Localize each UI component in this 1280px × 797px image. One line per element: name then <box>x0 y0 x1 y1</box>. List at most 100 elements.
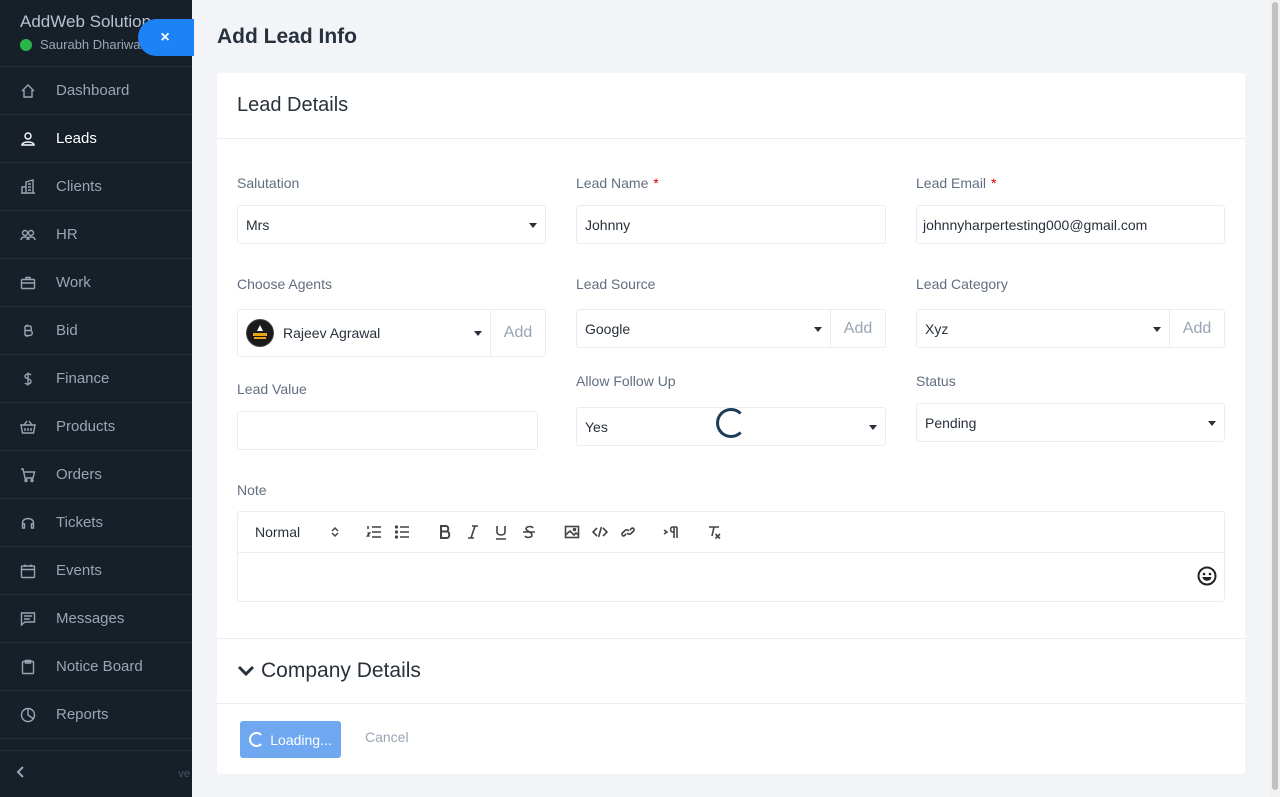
underline-icon[interactable] <box>491 522 511 542</box>
sidebar-item-label: Tickets <box>56 514 103 531</box>
sidebar-item-label: Notice Board <box>56 658 143 675</box>
bold-icon[interactable] <box>435 522 455 542</box>
pie-chart-icon <box>19 706 37 724</box>
save-button-loading[interactable]: Loading... <box>240 721 341 758</box>
sidebar-item-label: Clients <box>56 178 102 195</box>
sidebar-item-messages[interactable]: Messages <box>0 595 192 643</box>
format-select[interactable]: Normal <box>255 524 339 540</box>
building-icon <box>19 178 37 196</box>
required-marker: * <box>991 175 997 191</box>
salutation-label: Salutation <box>237 175 300 191</box>
emoji-icon[interactable] <box>1197 566 1217 586</box>
loading-spinner <box>716 408 746 438</box>
sidebar-item-finance[interactable]: Finance <box>0 355 192 403</box>
lead-name-input[interactable]: Johnny <box>576 205 886 244</box>
scrollbar[interactable] <box>1270 0 1280 797</box>
button-spinner <box>249 732 265 747</box>
bullet-list-icon[interactable] <box>392 522 412 542</box>
page-title: Add Lead Info <box>217 25 357 48</box>
sidebar-item-orders[interactable]: Orders <box>0 451 192 499</box>
sidebar-item-label: Work <box>56 274 91 291</box>
scrollbar-thumb[interactable] <box>1272 2 1278 790</box>
ordered-list-icon[interactable] <box>364 522 384 542</box>
sidebar-item-label: Products <box>56 418 116 435</box>
lead-details-card: Lead Details Salutation Mrs Lead Name * J… <box>217 73 1245 774</box>
link-icon[interactable] <box>618 522 638 542</box>
status-select[interactable]: Pending <box>916 403 1225 442</box>
lead-source-select[interactable]: Google Add <box>576 309 886 348</box>
sidebar-item-label: Leads <box>56 130 97 147</box>
add-source-button[interactable]: Add <box>830 310 885 347</box>
lead-category-label: Lead Category <box>916 276 1008 292</box>
company-details-toggle[interactable]: Company Details <box>217 638 1245 704</box>
sidebar-footer: ve <box>0 750 192 797</box>
chevron-down-icon <box>237 665 255 677</box>
agents-select[interactable]: Rajeev Agrawal Add <box>237 309 546 357</box>
lead-email-label: Lead Email * <box>916 175 997 191</box>
sidebar-item-leads[interactable]: Leads <box>0 115 192 163</box>
home-icon <box>19 82 37 100</box>
chevron-down-icon <box>529 222 537 228</box>
sidebar-item-reports[interactable]: Reports <box>0 691 192 739</box>
sidebar-item-label: Orders <box>56 466 102 483</box>
cart-icon <box>19 466 37 484</box>
version-label: ve <box>178 768 190 780</box>
lead-value-input[interactable] <box>237 411 538 450</box>
bitcoin-icon <box>19 322 37 340</box>
sidebar-item-label: Reports <box>56 706 109 723</box>
sidebar-item-hr[interactable]: HR <box>0 211 192 259</box>
note-editor[interactable]: Normal <box>237 511 1225 602</box>
sidebar-item-work[interactable]: Work <box>0 259 192 307</box>
chat-icon <box>19 610 37 628</box>
status-label: Status <box>916 373 956 389</box>
close-panel-button[interactable]: × <box>138 19 194 56</box>
people-icon <box>19 226 37 244</box>
online-status-dot <box>20 38 32 51</box>
chevron-down-icon <box>1208 420 1216 426</box>
sidebar-item-tickets[interactable]: Tickets <box>0 499 192 547</box>
chevron-down-icon <box>1153 326 1161 332</box>
sidebar-item-dashboard[interactable]: Dashboard <box>0 67 192 115</box>
sidebar-item-label: Finance <box>56 370 110 387</box>
main-panel: Add Lead Info Lead Details Salutation Mr… <box>192 0 1270 797</box>
sidebar-item-label: Bid <box>56 322 78 339</box>
sidebar-item-label: HR <box>56 226 78 243</box>
clear-format-icon[interactable] <box>704 522 724 542</box>
lead-value-label: Lead Value <box>237 381 307 397</box>
image-icon[interactable] <box>562 522 582 542</box>
salutation-select[interactable]: Mrs <box>237 205 546 244</box>
strikethrough-icon[interactable] <box>519 522 539 542</box>
editor-toolbar: Normal <box>238 512 1224 553</box>
clipboard-icon <box>19 658 37 676</box>
choose-agents-label: Choose Agents <box>237 276 332 292</box>
lead-category-select[interactable]: Xyz Add <box>916 309 1225 348</box>
calendar-icon <box>19 562 37 580</box>
briefcase-icon <box>19 274 37 292</box>
user-icon <box>19 130 37 148</box>
text-direction-icon[interactable] <box>661 522 681 542</box>
add-agent-button[interactable]: Add <box>490 310 545 356</box>
note-label: Note <box>237 482 267 498</box>
chevron-left-icon[interactable] <box>14 765 28 784</box>
required-marker: * <box>653 175 659 191</box>
sidebar-item-products[interactable]: Products <box>0 403 192 451</box>
lead-email-input[interactable]: johnnyharpertesting000@gmail.com <box>916 205 1225 244</box>
sidebar-item-bid[interactable]: Bid <box>0 307 192 355</box>
sidebar-item-label: Events <box>56 562 102 579</box>
sidebar-item-events[interactable]: Events <box>0 547 192 595</box>
select-arrows-icon <box>331 526 339 538</box>
chevron-down-icon <box>869 424 877 430</box>
italic-icon[interactable] <box>463 522 483 542</box>
code-icon[interactable] <box>590 522 610 542</box>
add-category-button[interactable]: Add <box>1169 310 1224 347</box>
user-name: Saurabh Dhariwal <box>40 37 144 52</box>
sidebar-item-clients[interactable]: Clients <box>0 163 192 211</box>
basket-icon <box>19 418 37 436</box>
sidebar-item-label: Dashboard <box>56 82 130 99</box>
sidebar: AddWeb Solution Saurabh Dhariwal Dashboa… <box>0 0 192 797</box>
sidebar-item-notice-board[interactable]: Notice Board <box>0 643 192 691</box>
dollar-icon <box>19 370 37 388</box>
agent-avatar <box>246 319 274 347</box>
cancel-button[interactable]: Cancel <box>365 729 409 745</box>
chevron-down-icon <box>814 326 822 332</box>
